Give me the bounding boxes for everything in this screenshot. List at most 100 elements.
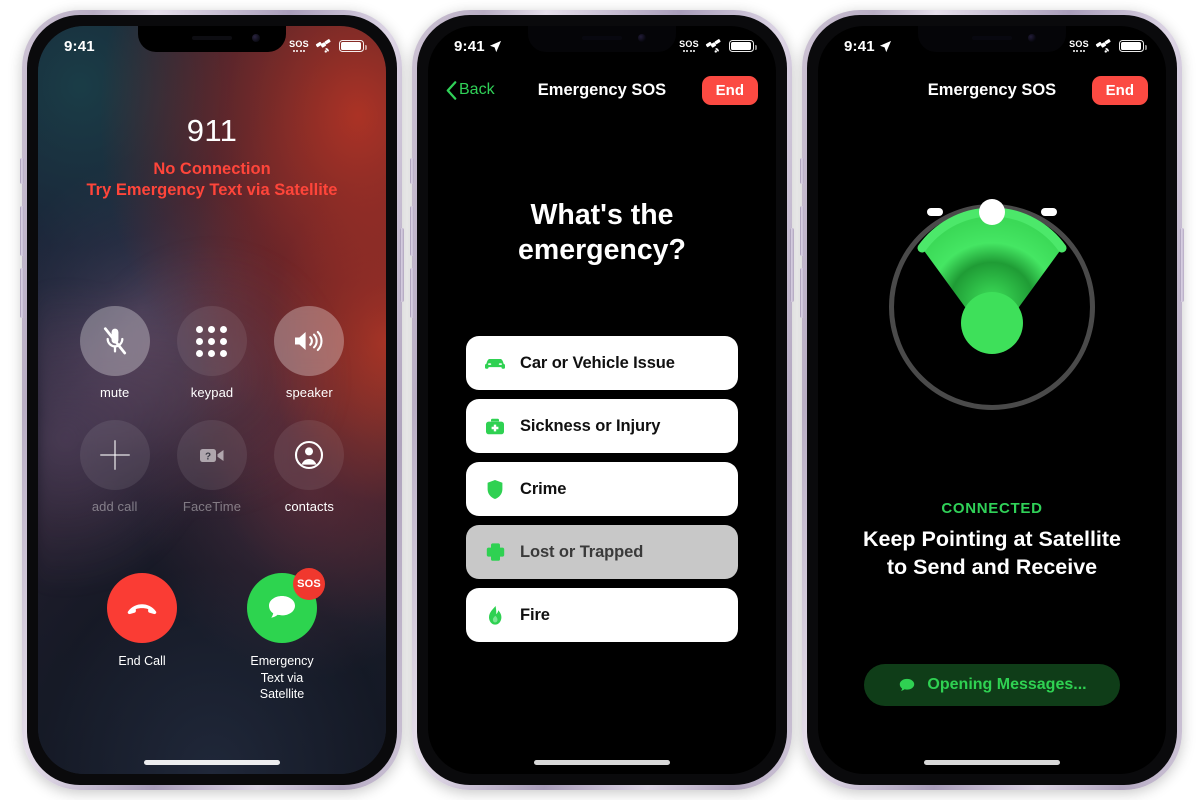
cross-plus-icon bbox=[484, 541, 506, 563]
facetime-label: FaceTime bbox=[182, 499, 242, 514]
call-status: No Connection Try Emergency Text via Sat… bbox=[38, 159, 386, 201]
volume-up-button-1[interactable] bbox=[20, 206, 24, 256]
back-label: Back bbox=[459, 81, 495, 98]
call-status-line1: No Connection bbox=[153, 160, 271, 179]
option-lost-or-trapped[interactable]: Lost or Trapped bbox=[466, 525, 738, 579]
option-label: Sickness or Injury bbox=[520, 416, 661, 435]
status-time-2: 9:41 bbox=[454, 38, 502, 55]
add-call-button[interactable]: add call bbox=[79, 420, 150, 514]
car-icon bbox=[484, 352, 506, 374]
silent-switch-3[interactable] bbox=[800, 158, 804, 184]
medical-bag-icon bbox=[484, 415, 506, 437]
keypad-icon-circle bbox=[176, 306, 247, 376]
status-icons-2: SOS bbox=[679, 38, 757, 54]
option-fire[interactable]: Fire bbox=[466, 588, 738, 642]
facetime-button[interactable]: ? FaceTime bbox=[176, 420, 247, 514]
option-label: Lost or Trapped bbox=[520, 542, 644, 561]
connection-status: CONNECTED bbox=[941, 500, 1043, 517]
notch-1 bbox=[138, 26, 286, 52]
emergency-text-circle: SOS bbox=[247, 568, 325, 644]
end-call-circle bbox=[107, 573, 177, 644]
keypad-label: keypad bbox=[190, 385, 234, 400]
silent-switch-1[interactable] bbox=[20, 158, 24, 184]
power-button-1[interactable] bbox=[400, 228, 404, 302]
phone-device-3: 9:41 SOS Emergency SOS End CONNECTED Kee… bbox=[800, 10, 1184, 790]
phone-frame-3: 9:41 SOS Emergency SOS End CONNECTED Kee… bbox=[800, 10, 1184, 790]
status-time-1: 9:41 bbox=[64, 37, 95, 55]
emergency-options-list: Car or Vehicle Issue Sickness or Injury … bbox=[466, 336, 738, 642]
battery-icon-3 bbox=[1119, 40, 1147, 52]
location-arrow-icon-3 bbox=[879, 40, 891, 52]
option-sickness-or-injury[interactable]: Sickness or Injury bbox=[466, 399, 738, 453]
message-bubble-icon bbox=[269, 596, 295, 618]
nav-bar-3: Emergency SOS End bbox=[818, 70, 1166, 110]
svg-text:?: ? bbox=[205, 452, 211, 463]
volume-down-button-1[interactable] bbox=[20, 268, 24, 318]
emergency-text-label: Emergency Text via Satellite bbox=[250, 653, 313, 702]
emergency-text-satellite-button[interactable]: SOS Emergency Text via Satellite bbox=[232, 568, 332, 702]
satellite-center-dot bbox=[961, 292, 1023, 355]
home-indicator-2[interactable] bbox=[534, 760, 670, 765]
speaker-icon-circle bbox=[274, 306, 345, 376]
contacts-button[interactable]: contacts bbox=[274, 420, 345, 514]
question-line2: emergency? bbox=[518, 233, 686, 266]
option-label: Fire bbox=[520, 605, 550, 624]
status-icons-1: SOS bbox=[289, 38, 367, 54]
opening-messages-label: Opening Messages... bbox=[927, 676, 1087, 693]
satellite-direction-icon bbox=[889, 199, 1095, 410]
opening-messages-button[interactable]: Opening Messages... bbox=[864, 664, 1120, 706]
speaker-button[interactable]: speaker bbox=[274, 306, 345, 400]
add-call-label: add call bbox=[91, 499, 138, 514]
emergency-text-label-line2: Text via bbox=[260, 670, 304, 685]
speaker-label: speaker bbox=[285, 385, 333, 400]
volume-down-button-2[interactable] bbox=[410, 268, 414, 318]
option-crime[interactable]: Crime bbox=[466, 462, 738, 516]
phone-frame-2: 9:41 SOS Back Emergency SOS End What's t… bbox=[410, 10, 794, 790]
volume-up-button-3[interactable] bbox=[800, 206, 804, 256]
back-button[interactable]: Back bbox=[446, 80, 495, 100]
instruction-line1: Keep Pointing at Satellite bbox=[862, 527, 1122, 551]
option-label: Crime bbox=[520, 479, 567, 498]
phone-bezel-2: 9:41 SOS Back Emergency SOS End What's t… bbox=[417, 15, 787, 785]
silent-switch-2[interactable] bbox=[410, 158, 414, 184]
status-icons-3: SOS bbox=[1069, 38, 1147, 54]
contact-person-icon bbox=[295, 440, 324, 470]
home-indicator-1[interactable] bbox=[144, 760, 280, 765]
end-call-button[interactable]: End Call bbox=[92, 573, 192, 702]
phone-screen-3: 9:41 SOS Emergency SOS End CONNECTED Kee… bbox=[818, 26, 1166, 774]
add-call-icon-circle bbox=[79, 420, 150, 490]
mute-icon-circle bbox=[79, 306, 150, 376]
satellite-icon-1 bbox=[315, 39, 331, 53]
chevron-left-icon bbox=[446, 80, 457, 100]
keypad-button[interactable]: keypad bbox=[176, 306, 247, 400]
call-status-line2: Try Emergency Text via Satellite bbox=[86, 181, 338, 200]
option-label: Car or Vehicle Issue bbox=[520, 353, 675, 372]
phone-screen-2: 9:41 SOS Back Emergency SOS End What's t… bbox=[428, 26, 776, 774]
end-button-3[interactable]: End bbox=[1091, 75, 1148, 105]
battery-icon-2 bbox=[729, 40, 757, 52]
mute-button[interactable]: mute bbox=[79, 306, 150, 400]
option-car-or-vehicle-issue[interactable]: Car or Vehicle Issue bbox=[466, 336, 738, 390]
phone-down-icon bbox=[127, 604, 157, 615]
keypad-icon bbox=[196, 325, 228, 357]
call-action-row: End Call SOS Emergency Text via Satellit… bbox=[38, 568, 386, 702]
end-button-2[interactable]: End bbox=[701, 75, 758, 105]
satellite-tick-right bbox=[1041, 208, 1057, 216]
facetime-icon-circle: ? bbox=[176, 420, 247, 490]
sos-icon-1: SOS bbox=[289, 40, 309, 52]
notch-2 bbox=[528, 26, 676, 52]
question-heading: What's the emergency? bbox=[428, 198, 776, 268]
call-header: 911 No Connection Try Emergency Text via… bbox=[38, 113, 386, 201]
satellite-instruction: Keep Pointing at Satellite to Send and R… bbox=[842, 526, 1142, 581]
battery-icon-1 bbox=[339, 40, 367, 52]
location-arrow-icon-2 bbox=[489, 40, 501, 52]
power-button-2[interactable] bbox=[790, 228, 794, 302]
home-indicator-3[interactable] bbox=[924, 760, 1060, 765]
phone-device-2: 9:41 SOS Back Emergency SOS End What's t… bbox=[410, 10, 794, 790]
call-number: 911 bbox=[186, 113, 238, 148]
volume-up-button-2[interactable] bbox=[410, 206, 414, 256]
volume-down-button-3[interactable] bbox=[800, 268, 804, 318]
power-button-3[interactable] bbox=[1180, 228, 1184, 302]
video-camera-icon: ? bbox=[199, 449, 224, 463]
end-call-label: End Call bbox=[118, 654, 166, 669]
